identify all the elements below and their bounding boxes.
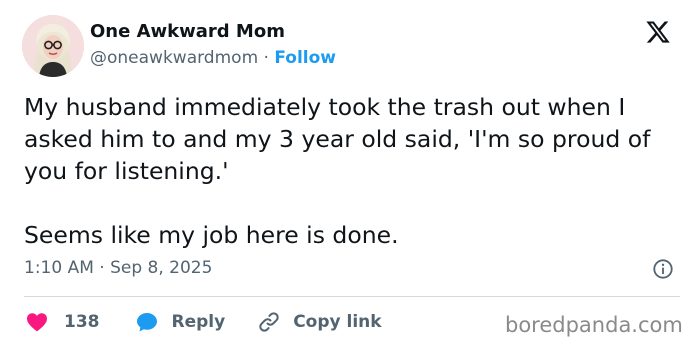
author-handle[interactable]: @oneawkwardmom bbox=[90, 48, 258, 68]
reply-button[interactable]: Reply bbox=[134, 310, 226, 334]
follow-button[interactable]: Follow bbox=[274, 48, 336, 68]
avatar[interactable] bbox=[22, 15, 84, 77]
speech-bubble-icon bbox=[136, 313, 157, 332]
copy-link-button[interactable]: Copy link bbox=[257, 310, 382, 334]
link-icon bbox=[259, 312, 279, 332]
separator-dot: · bbox=[263, 48, 269, 68]
copy-link-label: Copy link bbox=[293, 312, 382, 332]
heart-icon bbox=[27, 313, 47, 332]
reply-label: Reply bbox=[171, 312, 226, 332]
tweet-text: My husband immediately took the trash ou… bbox=[24, 91, 684, 251]
author-meta: @oneawkwardmom · Follow bbox=[90, 48, 336, 68]
author-name[interactable]: One Awkward Mom bbox=[90, 21, 285, 42]
like-button[interactable]: 138 bbox=[24, 310, 100, 334]
like-count: 138 bbox=[64, 312, 100, 332]
action-bar: 138 Reply Copy link bbox=[24, 308, 382, 336]
info-icon[interactable] bbox=[652, 258, 674, 280]
tweet-paragraph: Seems like my job here is done. bbox=[24, 221, 399, 249]
divider bbox=[24, 296, 680, 297]
avatar-image bbox=[22, 15, 84, 77]
x-logo-icon[interactable] bbox=[644, 19, 672, 45]
tweet-timestamp[interactable]: 1:10 AM · Sep 8, 2025 bbox=[24, 258, 212, 278]
tweet-paragraph: My husband immediately took the trash ou… bbox=[24, 93, 651, 185]
watermark: boredpanda.com bbox=[505, 313, 683, 337]
